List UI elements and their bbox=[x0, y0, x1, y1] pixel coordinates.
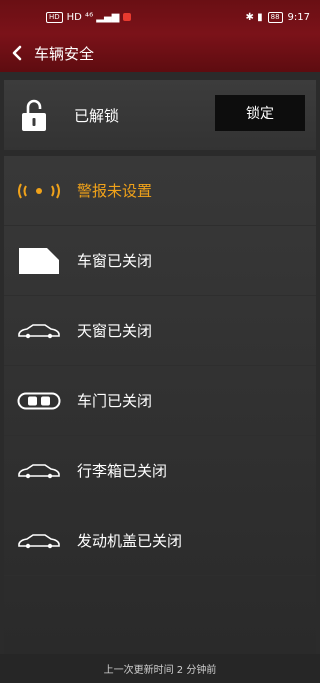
lock-state: 已解锁 bbox=[74, 106, 120, 125]
alarm-status-label: 警报未设置 bbox=[77, 182, 153, 200]
lock-button[interactable]: 锁定 bbox=[215, 95, 305, 131]
alarm-status-row: 警报未设置 bbox=[4, 156, 316, 226]
alarm-icon bbox=[16, 179, 62, 203]
status-right: ✱ ▮ 88 9:17 bbox=[245, 11, 310, 23]
sunroof-car-icon bbox=[16, 319, 62, 343]
window-status-row: 车窗已关闭 bbox=[4, 226, 316, 296]
door-status-row: 车门已关闭 bbox=[4, 366, 316, 436]
hd-indicator: HD bbox=[46, 11, 63, 23]
hood-status-row: 发动机盖已关闭 bbox=[4, 506, 316, 576]
chevron-left-icon bbox=[12, 45, 22, 61]
trunk-status-label: 行李箱已关闭 bbox=[77, 462, 168, 480]
last-updated-footer: 上一次更新时间 2 分钟前 bbox=[0, 654, 320, 683]
vehicle-status-list: 警报未设置 车窗已关闭 天窗已关闭 车门已关闭 行李箱已关闭 发动机盖已关闭 bbox=[4, 156, 316, 654]
app-header: 车辆安全 bbox=[0, 34, 320, 72]
door-icon bbox=[16, 389, 62, 413]
clock: 9:17 bbox=[287, 11, 310, 23]
sunroof-status-row: 天窗已关闭 bbox=[4, 296, 316, 366]
trunk-car-icon bbox=[16, 459, 62, 483]
unlocked-padlock-icon bbox=[22, 99, 46, 131]
page-title: 车辆安全 bbox=[34, 44, 95, 63]
status-left: HD HD ⁴⁶ ▂▄▆ bbox=[46, 11, 132, 23]
signal-icon: HD ⁴⁶ ▂▄▆ bbox=[66, 11, 120, 23]
battery-icon: 88 bbox=[267, 11, 283, 23]
notification-icon bbox=[123, 13, 132, 21]
back-button[interactable] bbox=[0, 34, 34, 72]
last-updated-text: 上一次更新时间 2 分钟前 bbox=[103, 665, 217, 676]
hood-status-label: 发动机盖已关闭 bbox=[77, 532, 183, 550]
lock-panel: 已解锁 锁定 bbox=[4, 80, 316, 150]
system-icons: ✱ ▮ bbox=[245, 11, 263, 23]
window-status-label: 车窗已关闭 bbox=[77, 252, 153, 270]
status-bar: HD HD ⁴⁶ ▂▄▆ ✱ ▮ 88 9:17 bbox=[0, 0, 320, 34]
window-icon bbox=[16, 247, 62, 274]
hood-car-icon bbox=[16, 529, 62, 553]
door-status-label: 车门已关闭 bbox=[77, 392, 153, 410]
trunk-status-row: 行李箱已关闭 bbox=[4, 436, 316, 506]
sunroof-status-label: 天窗已关闭 bbox=[77, 322, 153, 340]
